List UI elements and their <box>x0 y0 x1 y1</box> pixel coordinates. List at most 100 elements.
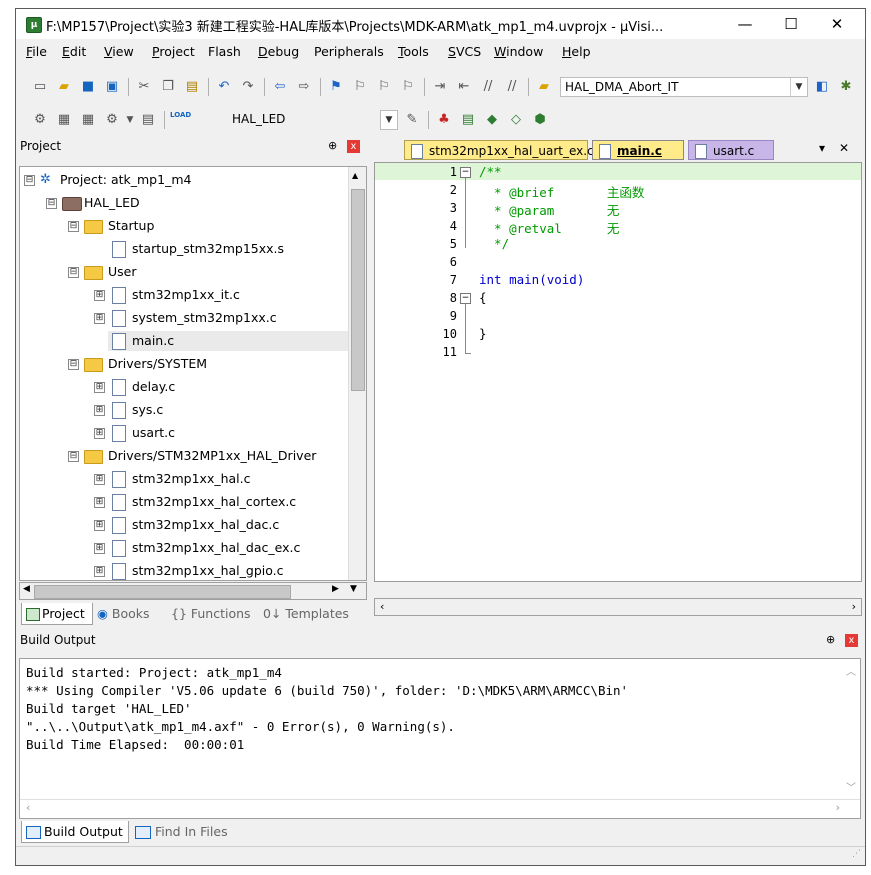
save-icon[interactable]: ■ <box>78 77 98 97</box>
new-file-icon[interactable]: ▭ <box>30 77 50 97</box>
tree-item-folder[interactable]: ⊟ Drivers/STM32MP1xx_HAL_Driver <box>20 446 350 466</box>
configure-icon[interactable]: ✱ <box>836 77 856 97</box>
menu-file[interactable]: File <box>26 44 47 59</box>
rebuild-icon[interactable]: ▦ <box>78 110 98 130</box>
scroll-left-icon[interactable]: ‹ <box>26 801 30 814</box>
tree-item-file-selected[interactable]: main.c <box>108 331 350 351</box>
bookmark-clear-icon[interactable]: ⚐ <box>398 77 418 97</box>
pin-icon[interactable]: ⊕ <box>328 139 337 152</box>
collapse-icon[interactable]: ⊟ <box>68 267 79 278</box>
pack-installer-icon[interactable]: ◇ <box>506 110 526 130</box>
tab-list-icon[interactable]: ▾ <box>819 141 825 155</box>
collapse-icon[interactable]: ⊟ <box>68 451 79 462</box>
close-icon[interactable]: x <box>845 634 858 647</box>
tree-item-folder[interactable]: ⊟ Startup <box>20 216 350 236</box>
collapse-icon[interactable]: ⊟ <box>24 175 35 186</box>
menu-flash[interactable]: Flash <box>208 44 241 59</box>
project-tree[interactable]: ⊟ ✲ Project: atk_mp1_m4 ⊟ HAL_LED ⊟ Star… <box>19 166 367 581</box>
editor-horizontal-scrollbar[interactable]: ‹ › <box>374 598 862 616</box>
chevron-down-icon[interactable]: ▼ <box>790 78 807 96</box>
tree-item-target[interactable]: ⊟ HAL_LED <box>20 193 350 213</box>
copy-icon[interactable]: ❐ <box>158 77 178 97</box>
tab-templates[interactable]: 0↓ Templates <box>263 603 349 625</box>
tree-horizontal-scrollbar[interactable]: ◀ ▶ ▼ <box>19 582 367 600</box>
close-icon[interactable]: x <box>347 140 360 153</box>
scrollbar-thumb[interactable] <box>34 585 291 599</box>
menu-peripherals[interactable]: Peripherals <box>314 44 384 59</box>
find-in-files-icon[interactable]: ▰ <box>534 77 554 97</box>
save-all-icon[interactable]: ▣ <box>102 77 122 97</box>
fold-collapse-icon[interactable]: − <box>460 293 471 304</box>
expand-icon[interactable]: ⊞ <box>94 566 105 577</box>
expand-icon[interactable]: ⊞ <box>94 382 105 393</box>
cut-icon[interactable]: ✂ <box>134 77 154 97</box>
expand-icon[interactable]: ⊞ <box>94 474 105 485</box>
build-icon[interactable]: ▦ <box>54 110 74 130</box>
menu-project[interactable]: Project <box>152 44 195 59</box>
collapse-icon[interactable]: ⊟ <box>68 359 79 370</box>
scroll-down-icon[interactable]: ▼ <box>350 584 357 594</box>
scroll-right-icon[interactable]: › <box>836 801 840 814</box>
tree-item-file[interactable]: ⊞ stm32mp1xx_hal_cortex.c <box>20 492 350 512</box>
tree-item-file[interactable]: ⊞ sys.c <box>20 400 350 420</box>
collapse-icon[interactable]: ⊟ <box>68 221 79 232</box>
navigate-back-icon[interactable]: ⇦ <box>270 77 290 97</box>
tab-functions[interactable]: {} Functions <box>171 603 251 625</box>
fold-collapse-icon[interactable]: − <box>460 167 471 178</box>
paste-icon[interactable]: ▤ <box>182 77 202 97</box>
expand-icon[interactable]: ⊞ <box>94 543 105 554</box>
stop-build-icon[interactable]: ▤ <box>138 110 158 130</box>
chevron-down-icon[interactable]: ▼ <box>380 110 398 130</box>
tree-item-file[interactable]: ⊞ stm32mp1xx_hal_dac.c <box>20 515 350 535</box>
undo-icon[interactable]: ↶ <box>214 77 234 97</box>
tab-usart-c[interactable]: usart.c <box>688 140 774 160</box>
comment-icon[interactable]: // <box>478 77 498 97</box>
scroll-left-icon[interactable]: ◀ <box>23 584 30 594</box>
close-icon[interactable]: ✕ <box>839 141 849 155</box>
translate-icon[interactable]: ⚙ <box>30 110 50 130</box>
expand-icon[interactable]: ⊞ <box>94 405 105 416</box>
tree-item-file[interactable]: ⊞ usart.c <box>20 423 350 443</box>
menu-tools[interactable]: Tools <box>398 44 429 59</box>
close-button[interactable]: ✕ <box>814 9 860 39</box>
batch-build-icon[interactable]: ⚙ <box>102 110 122 130</box>
runtime-environment-icon[interactable]: ⬢ <box>530 110 550 130</box>
bookmark-insert-icon[interactable]: ⚑ <box>326 77 346 97</box>
tree-item-file[interactable]: startup_stm32mp15xx.s <box>20 239 350 259</box>
menu-window[interactable]: Window <box>494 44 543 59</box>
menu-view[interactable]: View <box>104 44 134 59</box>
code-editor[interactable]: 1 2 3 4 5 6 7 8 9 10 11 − − /** * @brief… <box>374 162 862 582</box>
minimize-button[interactable]: — <box>722 9 768 39</box>
tree-item-file[interactable]: ⊞ system_stm32mp1xx.c <box>20 308 350 328</box>
build-output-text[interactable]: Build started: Project: atk_mp1_m4 *** U… <box>19 658 861 819</box>
target-combo[interactable]: HAL_LED ▼ <box>228 110 398 130</box>
tree-item-file[interactable]: ⊞ delay.c <box>20 377 350 397</box>
menu-help[interactable]: Help <box>562 44 591 59</box>
navigate-forward-icon[interactable]: ⇨ <box>294 77 314 97</box>
tab-build-output[interactable]: Build Output <box>21 821 129 843</box>
output-horizontal-scrollbar[interactable]: ‹ › <box>20 799 860 818</box>
find-icon[interactable]: ◧ <box>812 77 832 97</box>
tree-item-project[interactable]: ⊟ ✲ Project: atk_mp1_m4 <box>20 170 350 190</box>
tab-books[interactable]: ◉ Books <box>97 603 150 625</box>
tree-item-folder[interactable]: ⊟ Drivers/SYSTEM <box>20 354 350 374</box>
scroll-left-icon[interactable]: ‹ <box>380 600 384 613</box>
function-combo[interactable]: HAL_DMA_Abort_IT ▼ <box>560 77 808 97</box>
tree-item-file[interactable]: ⊞ stm32mp1xx_it.c <box>20 285 350 305</box>
expand-icon[interactable]: ⊞ <box>94 313 105 324</box>
scroll-up-icon[interactable]: ▲ <box>352 171 358 180</box>
bookmark-next-icon[interactable]: ⚐ <box>374 77 394 97</box>
download-icon[interactable]: LOAD <box>170 110 191 130</box>
manage-packs-icon[interactable]: ▤ <box>458 110 478 130</box>
menu-edit[interactable]: Edit <box>62 44 86 59</box>
pin-icon[interactable]: ⊕ <box>826 633 835 646</box>
select-packs-icon[interactable]: ◆ <box>482 110 502 130</box>
maximize-button[interactable]: ☐ <box>768 9 814 39</box>
scrollbar-thumb[interactable] <box>351 189 365 391</box>
tab-main-c[interactable]: main.c <box>592 140 684 160</box>
expand-icon[interactable]: ⊞ <box>94 428 105 439</box>
target-options-icon[interactable]: ✎ <box>402 110 422 130</box>
open-file-icon[interactable]: ▰ <box>54 77 74 97</box>
resize-grip-icon[interactable]: ⋰ <box>852 849 861 859</box>
expand-icon[interactable]: ⊞ <box>94 290 105 301</box>
